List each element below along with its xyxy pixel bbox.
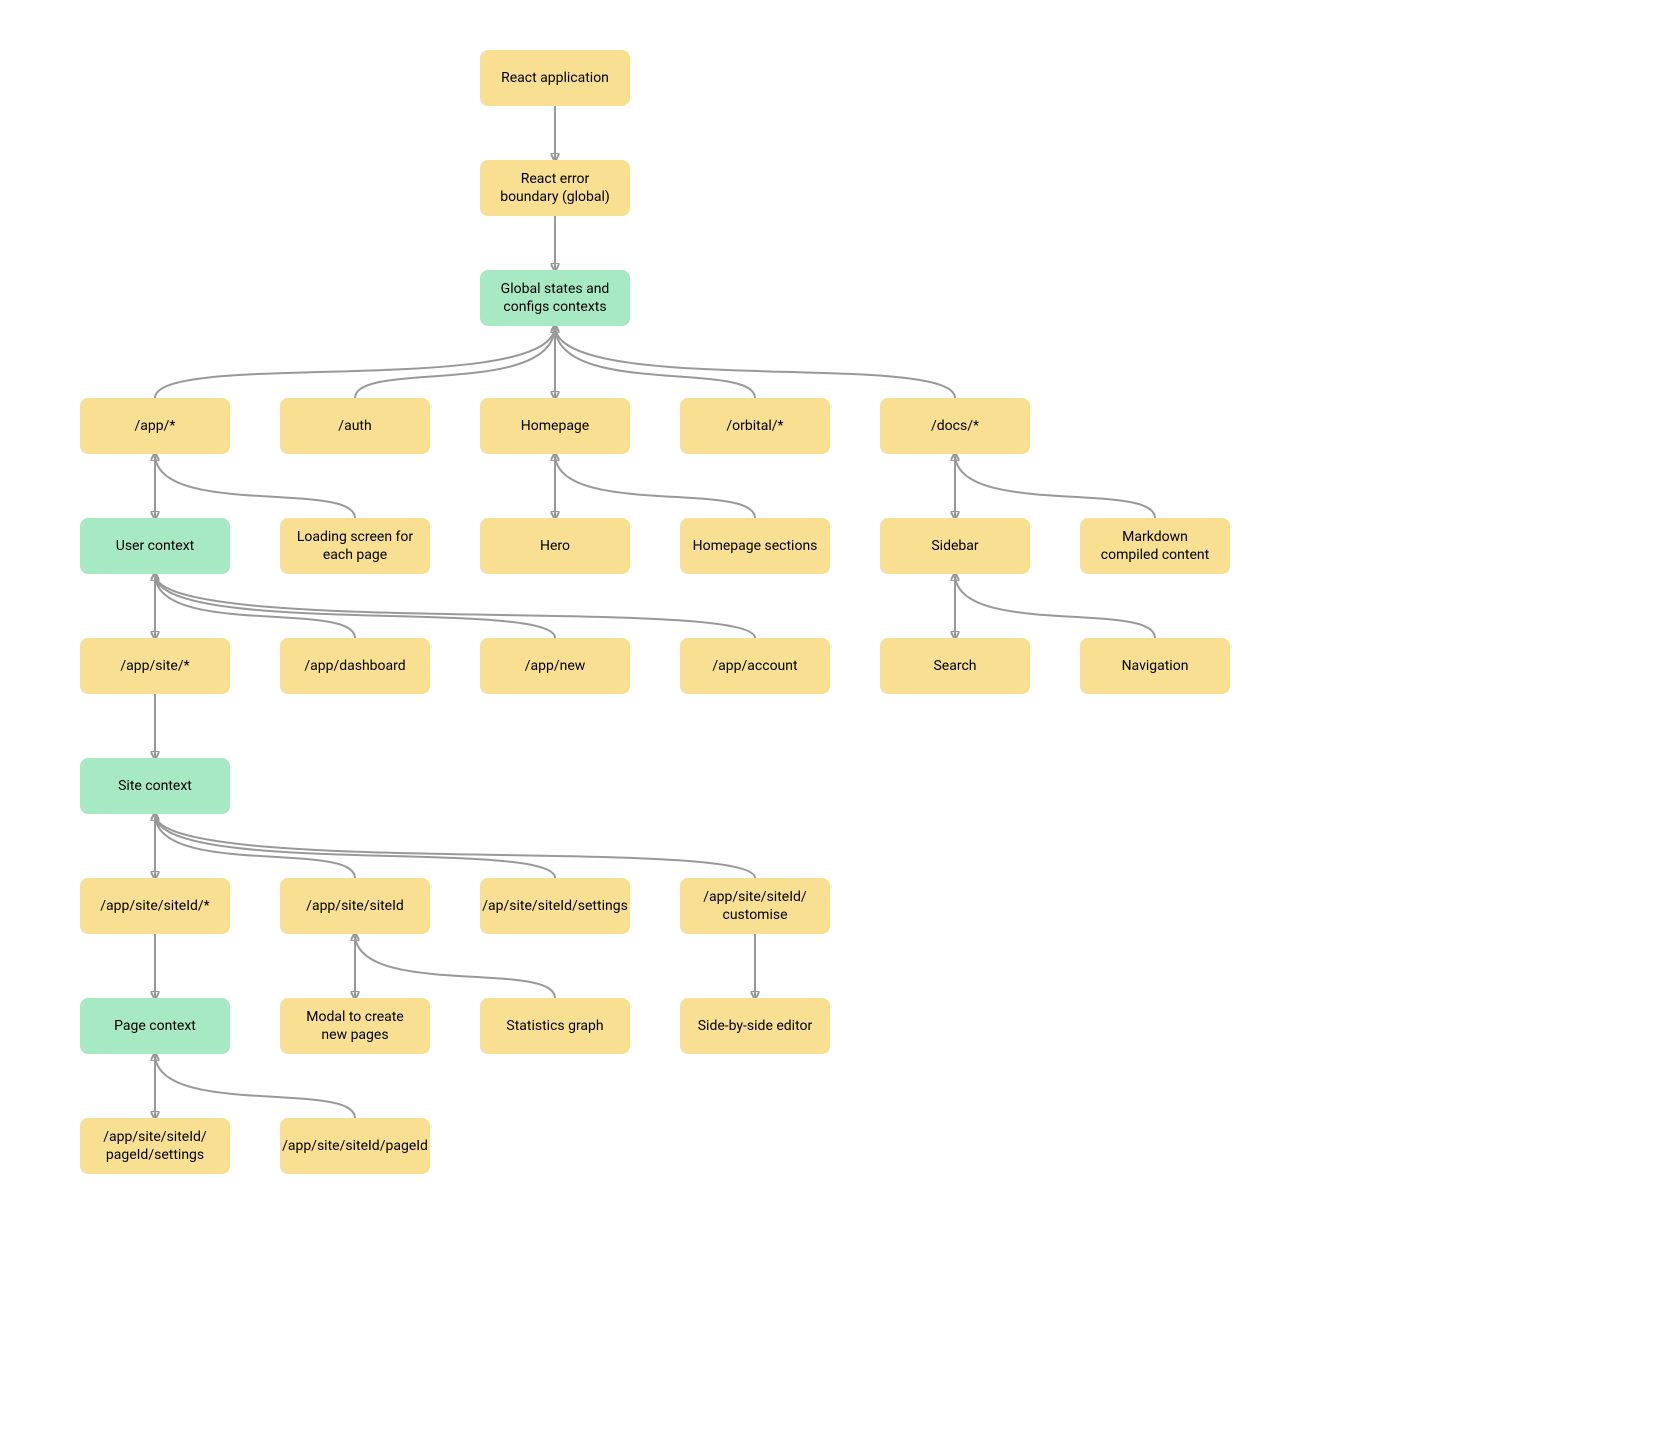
node-label: Homepage	[521, 417, 589, 435]
diagram-edges	[0, 0, 1653, 1433]
node-label: /app/site/siteId	[306, 897, 404, 915]
node-side-editor: Side-by-side editor	[680, 998, 830, 1054]
node-app-star: /app/*	[80, 398, 230, 454]
node-react-application: React application	[480, 50, 630, 106]
node-sidebar: Sidebar	[880, 518, 1030, 574]
node-label: React application	[501, 69, 609, 87]
node-label: /auth	[338, 417, 371, 435]
node-site-id-star: /app/site/siteId/*	[80, 878, 230, 934]
node-modal-new-pages: Modal to create new pages	[280, 998, 430, 1054]
node-label: /app/site/*	[120, 657, 189, 675]
node-site-context: Site context	[80, 758, 230, 814]
node-loading-screen: Loading screen for each page	[280, 518, 430, 574]
node-label: Sidebar	[931, 537, 978, 555]
node-label: Loading screen for each page	[292, 528, 418, 564]
node-label: /ap/site/siteId/settings	[482, 897, 628, 915]
node-global-states: Global states and configs contexts	[480, 270, 630, 326]
node-app-dashboard: /app/dashboard	[280, 638, 430, 694]
node-app-new: /app/new	[480, 638, 630, 694]
node-label: Search	[933, 657, 976, 675]
node-homepage: Homepage	[480, 398, 630, 454]
node-markdown-content: Markdown compiled content	[1080, 518, 1230, 574]
node-hero: Hero	[480, 518, 630, 574]
node-site-id-customise: /app/site/siteId/ customise	[680, 878, 830, 934]
node-docs: /docs/*	[880, 398, 1030, 454]
node-label: Navigation	[1122, 657, 1189, 675]
node-label: /orbital/*	[726, 417, 783, 435]
node-navigation: Navigation	[1080, 638, 1230, 694]
node-site-id: /app/site/siteId	[280, 878, 430, 934]
node-app-site-star: /app/site/*	[80, 638, 230, 694]
node-auth: /auth	[280, 398, 430, 454]
node-label: /app/*	[135, 417, 176, 435]
node-label: Markdown compiled content	[1092, 528, 1218, 564]
node-label: Site context	[118, 777, 192, 795]
node-label: Hero	[540, 537, 570, 555]
node-label: React error boundary (global)	[492, 170, 618, 206]
node-search: Search	[880, 638, 1030, 694]
node-label: /app/account	[712, 657, 797, 675]
node-label: /docs/*	[931, 417, 979, 435]
node-page-context: Page context	[80, 998, 230, 1054]
node-label: /app/site/siteId/ pageId/settings	[92, 1128, 218, 1164]
node-label: Global states and configs contexts	[492, 280, 618, 316]
node-error-boundary: React error boundary (global)	[480, 160, 630, 216]
node-label: /app/dashboard	[304, 657, 405, 675]
node-label: Homepage sections	[693, 537, 818, 555]
node-label: Page context	[114, 1017, 196, 1035]
node-page-settings: /app/site/siteId/ pageId/settings	[80, 1118, 230, 1174]
node-label: /app/site/siteId/ customise	[692, 888, 818, 924]
node-homepage-sections: Homepage sections	[680, 518, 830, 574]
node-label: Modal to create new pages	[292, 1008, 418, 1044]
node-label: Side-by-side editor	[698, 1017, 813, 1035]
node-page-id: /app/site/siteId/pageId	[280, 1118, 430, 1174]
node-site-id-settings: /ap/site/siteId/settings	[480, 878, 630, 934]
node-label: Statistics graph	[506, 1017, 603, 1035]
node-label: /app/site/siteId/pageId	[282, 1137, 428, 1155]
node-label: /app/new	[525, 657, 586, 675]
node-stats-graph: Statistics graph	[480, 998, 630, 1054]
node-label: /app/site/siteId/*	[100, 897, 209, 915]
node-user-context: User context	[80, 518, 230, 574]
node-app-account: /app/account	[680, 638, 830, 694]
node-label: User context	[116, 537, 195, 555]
node-orbital: /orbital/*	[680, 398, 830, 454]
